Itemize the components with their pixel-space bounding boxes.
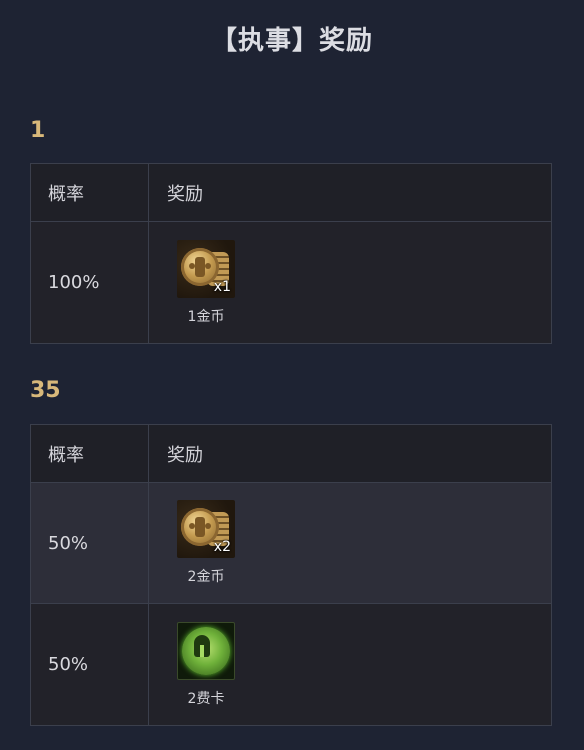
- reward-label: 1金币: [187, 308, 225, 325]
- table-row: 100% x1 1金币: [31, 222, 551, 343]
- column-header-probability: 概率: [31, 164, 149, 221]
- probability-value: 50%: [31, 483, 149, 603]
- reward-item[interactable]: 2费卡: [176, 621, 236, 708]
- table-header-row: 概率 奖励: [31, 425, 551, 483]
- gold-coin-icon: x1: [177, 239, 235, 298]
- table-header-row: 概率 奖励: [31, 164, 551, 222]
- reward-cell: x2 2金币: [149, 483, 551, 603]
- reward-item[interactable]: x1 1金币: [176, 239, 236, 326]
- reward-label: 2金币: [187, 569, 225, 585]
- table-row: 50% 2费卡: [31, 604, 551, 725]
- section-heading-level-1: 1: [30, 118, 46, 143]
- reward-cell: 2费卡: [149, 604, 551, 725]
- column-header-probability: 概率: [31, 425, 149, 482]
- reward-label: 2费卡: [187, 690, 225, 707]
- probability-value: 50%: [31, 604, 149, 725]
- green-helmet-card-icon: [177, 621, 235, 680]
- quantity-badge: x1: [213, 278, 231, 295]
- reward-item[interactable]: x2 2金币: [176, 500, 236, 586]
- reward-table-level-1: 概率 奖励 100% x1 1金币: [30, 163, 552, 344]
- column-header-reward: 奖励: [167, 444, 203, 466]
- reward-table-level-35: 概率 奖励 50% x2 2金币 50% 2费卡: [30, 424, 552, 726]
- column-header-reward: 奖励: [167, 183, 203, 205]
- probability-value: 100%: [31, 222, 149, 343]
- page-title: 【执事】奖励: [210, 26, 373, 56]
- section-heading-level-35: 35: [30, 378, 61, 403]
- gold-coin-icon: x2: [177, 500, 235, 558]
- reward-cell: x1 1金币: [149, 222, 551, 343]
- table-row: 50% x2 2金币: [31, 483, 551, 604]
- quantity-badge: x2: [213, 539, 231, 555]
